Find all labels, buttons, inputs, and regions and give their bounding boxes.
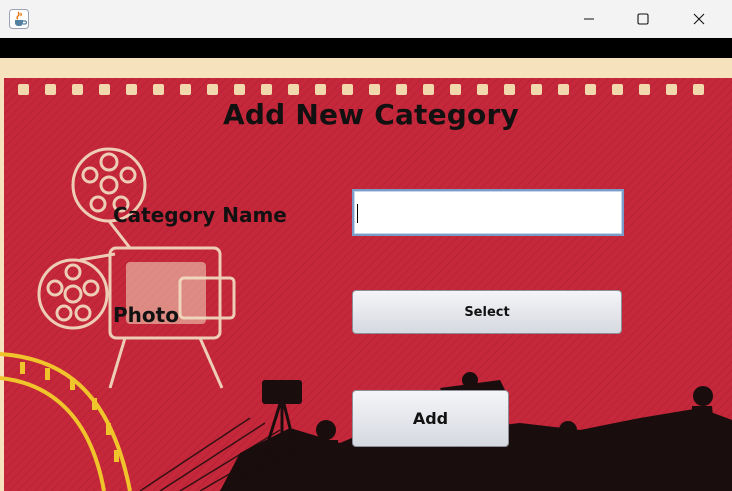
category-name-label: Category Name [113, 203, 287, 227]
photo-label: Photo [113, 303, 179, 327]
form-title: Add New Category [223, 98, 519, 131]
form-panel: Add New Category Category Name Photo Sel… [0, 58, 732, 491]
menu-bar [0, 38, 732, 58]
app-window: Add New Category Category Name Photo Sel… [0, 0, 732, 491]
close-icon [693, 13, 705, 25]
minimize-button[interactable] [566, 0, 612, 38]
title-bar [0, 0, 732, 38]
text-caret [357, 204, 358, 223]
add-button[interactable]: Add [352, 390, 509, 447]
maximize-icon [637, 13, 649, 25]
java-cup-icon [9, 9, 29, 29]
select-photo-button[interactable]: Select [352, 290, 622, 334]
close-button[interactable] [676, 0, 722, 38]
maximize-button[interactable] [620, 0, 666, 38]
minimize-icon [584, 18, 594, 20]
category-name-input[interactable] [352, 189, 624, 236]
